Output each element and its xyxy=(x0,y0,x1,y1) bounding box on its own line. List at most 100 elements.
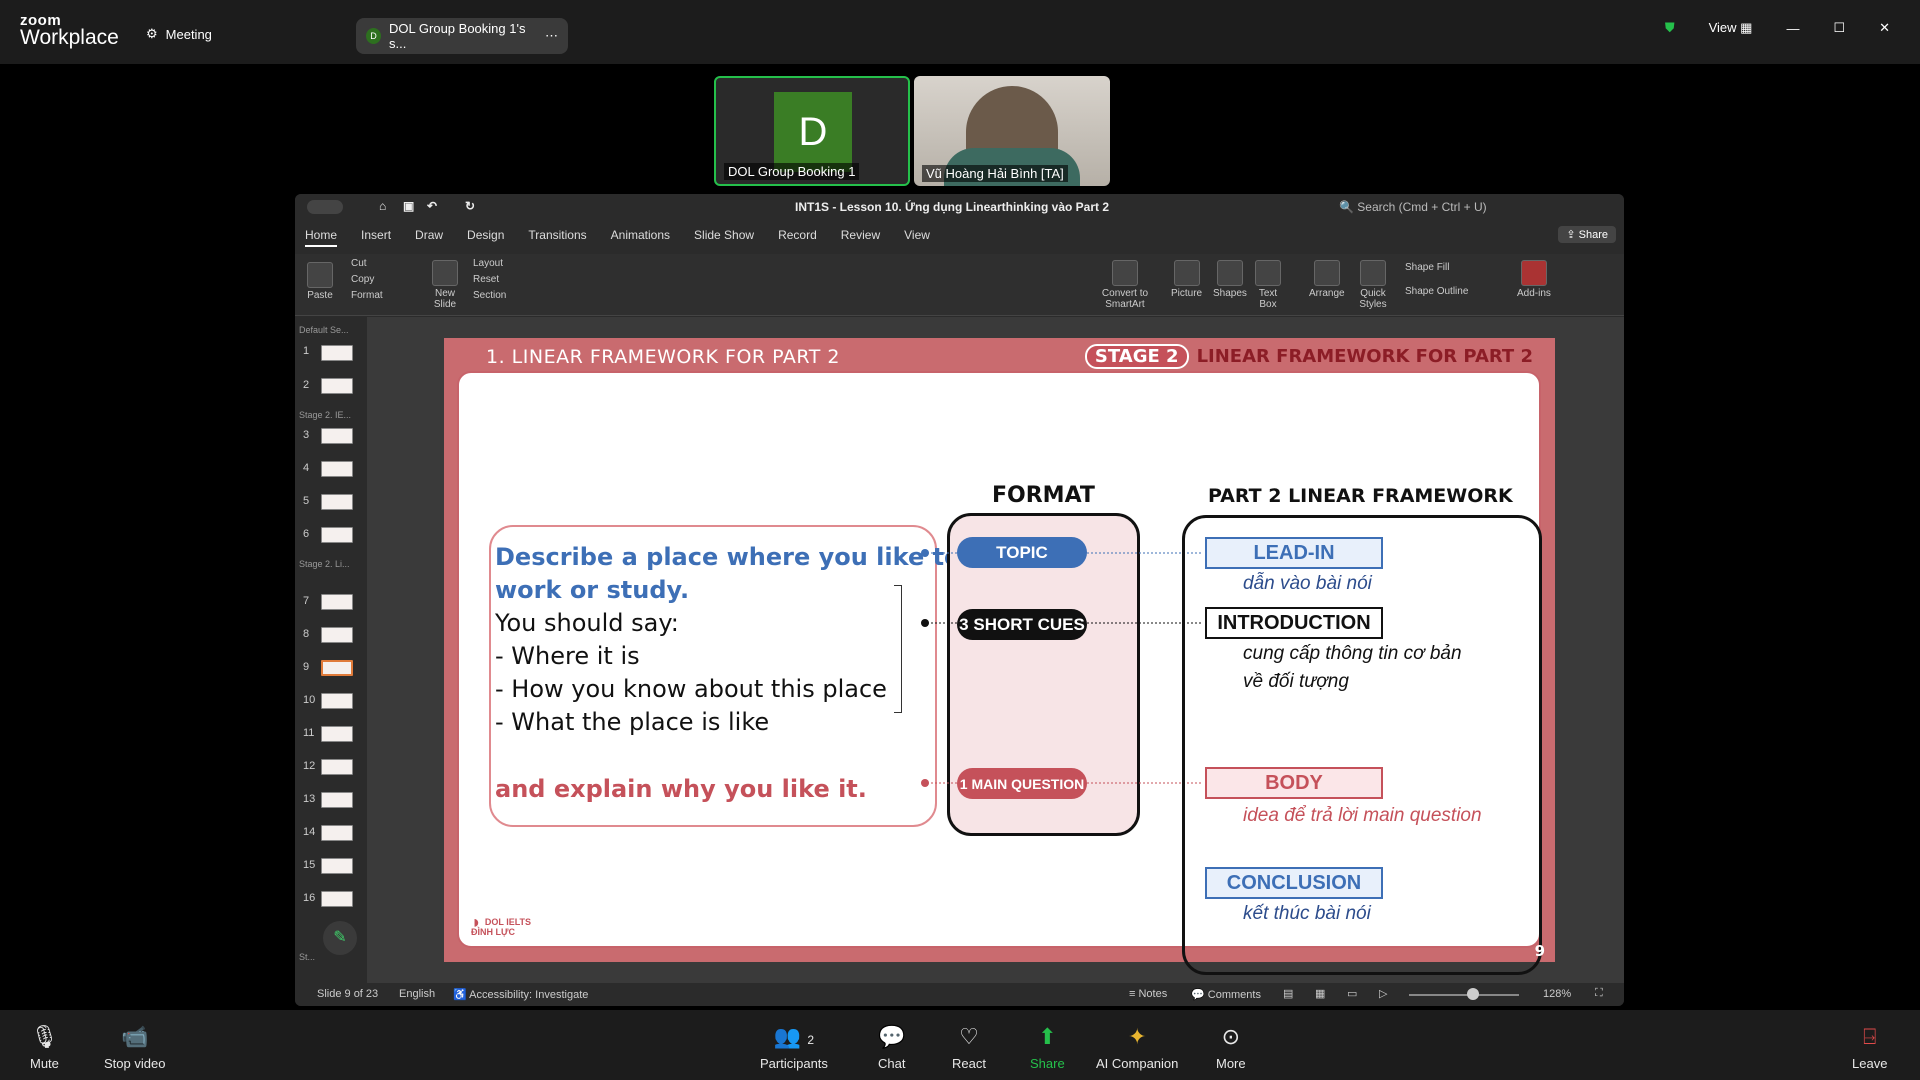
slide[interactable]: 1. LINEAR FRAMEWORK FOR PART 2 STAGE 2 L… xyxy=(444,338,1555,975)
search-input[interactable]: 🔍 Search (Cmd + Ctrl + U) xyxy=(1339,200,1487,214)
participant-tile[interactable]: Vũ Hoàng Hải Bình [TA] xyxy=(914,76,1110,186)
picture-button[interactable]: Picture xyxy=(1171,260,1202,299)
section-label[interactable]: Stage 2. Li... xyxy=(299,559,350,569)
slide-thumb[interactable] xyxy=(321,345,353,361)
reading-view-icon[interactable]: ▭ xyxy=(1347,987,1357,1000)
quick-styles-icon xyxy=(1360,260,1386,286)
cut-button[interactable]: Cut xyxy=(351,258,367,269)
share-screen-button[interactable]: ⬆ Share xyxy=(1030,1024,1065,1071)
window-traffic-lights[interactable] xyxy=(307,200,343,214)
shapes-button[interactable]: Shapes xyxy=(1213,260,1247,299)
slide-thumb[interactable] xyxy=(321,627,353,643)
minimize-icon[interactable]: — xyxy=(1786,21,1799,36)
tab-design[interactable]: Design xyxy=(467,228,504,247)
slide-thumb[interactable] xyxy=(321,594,353,610)
zoom-slider[interactable] xyxy=(1409,994,1519,996)
ai-companion-button[interactable]: ✦ AI Companion xyxy=(1096,1024,1178,1071)
tab-record[interactable]: Record xyxy=(778,228,817,247)
slideshow-view-icon[interactable]: ▷ xyxy=(1379,987,1387,1000)
text-box-button[interactable]: Text Box xyxy=(1253,260,1283,310)
tab-draw[interactable]: Draw xyxy=(415,228,443,247)
sorter-view-icon[interactable]: ▦ xyxy=(1315,987,1325,1000)
react-button[interactable]: ♡ React xyxy=(952,1024,986,1071)
participant-tile[interactable]: D DOL Group Booking 1 xyxy=(714,76,910,186)
slide-thumb[interactable] xyxy=(321,726,353,742)
quick-styles-button[interactable]: Quick Styles xyxy=(1355,260,1391,310)
status-bar: Slide 9 of 23 English ♿ Accessibility: I… xyxy=(295,983,1624,1006)
chat-button[interactable]: 💬 Chat xyxy=(878,1024,905,1071)
slide-thumb[interactable] xyxy=(321,461,353,477)
tab-review[interactable]: Review xyxy=(841,228,880,247)
slide-thumb[interactable] xyxy=(321,693,353,709)
shape-fill-button[interactable]: Shape Fill xyxy=(1405,262,1449,273)
save-icon[interactable]: ▣ xyxy=(403,199,414,213)
conclusion-label: CONCLUSION xyxy=(1205,867,1383,899)
more-icon[interactable]: ⋯ xyxy=(545,28,558,44)
slide-thumb[interactable] xyxy=(321,428,353,444)
slide-thumb[interactable] xyxy=(321,858,353,874)
share-tab-pill[interactable]: D DOL Group Booking 1's s... ⋯ xyxy=(356,18,568,54)
layout-button[interactable]: Layout xyxy=(473,258,503,269)
introduction-sub: về đối tượng xyxy=(1243,671,1349,692)
participants-button[interactable]: 👥 2 Participants xyxy=(760,1024,828,1071)
undo-icon[interactable]: ↶ xyxy=(427,199,437,213)
section-label[interactable]: St... xyxy=(299,952,315,962)
section-label[interactable]: Stage 2. IE... xyxy=(299,410,351,420)
paste-button[interactable]: Paste xyxy=(307,262,333,301)
conclusion-sub: kết thúc bài nói xyxy=(1243,903,1371,924)
tab-slide-show[interactable]: Slide Show xyxy=(694,228,754,247)
section-label[interactable]: Default Se... xyxy=(299,325,349,335)
add-ins-button[interactable]: Add-ins xyxy=(1517,260,1551,299)
normal-view-icon[interactable]: ▤ xyxy=(1283,987,1293,1000)
comments-button[interactable]: 💬 Comments xyxy=(1191,988,1261,1001)
slide-thumb[interactable] xyxy=(321,792,353,808)
slide-number: 7 xyxy=(303,595,310,607)
share-button[interactable]: ⇪ Share xyxy=(1558,226,1616,243)
new-slide-button[interactable]: New Slide xyxy=(427,260,463,310)
participants-icon: 👥 2 xyxy=(773,1024,815,1049)
slide-thumb[interactable] xyxy=(321,494,353,510)
copy-button[interactable]: Copy xyxy=(351,274,374,285)
slide-number: 11 xyxy=(303,727,315,739)
meeting-button[interactable]: ⚙ Meeting xyxy=(146,26,212,42)
view-button[interactable]: View ▦ xyxy=(1709,20,1753,36)
slide-thumb[interactable] xyxy=(321,891,353,907)
stop-video-button[interactable]: 📹 Stop video xyxy=(104,1024,165,1071)
arrange-button[interactable]: Arrange xyxy=(1309,260,1345,299)
reset-button[interactable]: Reset xyxy=(473,274,499,285)
leave-button[interactable]: ⍈ Leave xyxy=(1852,1024,1887,1071)
convert-smartart-button[interactable]: Convert to SmartArt xyxy=(1095,260,1155,310)
document-title: INT1S - Lesson 10. Ứng dụng Linearthinki… xyxy=(795,200,1110,214)
tab-animations[interactable]: Animations xyxy=(611,228,670,247)
tab-home[interactable]: Home xyxy=(305,228,338,247)
tab-view[interactable]: View xyxy=(904,228,930,247)
tab-transitions[interactable]: Transitions xyxy=(528,228,586,247)
slide-thumbnails-panel: Default Se... 1 2 Stage 2. IE... 3 4 5 6… xyxy=(295,317,367,983)
format-button[interactable]: Format xyxy=(351,290,383,301)
language-indicator[interactable]: English xyxy=(399,988,435,1000)
slide-thumb[interactable] xyxy=(321,378,353,394)
slide-thumb-selected[interactable] xyxy=(321,660,353,676)
slide-number: 10 xyxy=(303,694,316,706)
redo-icon[interactable]: ↻ xyxy=(465,199,475,213)
zoom-slider-thumb[interactable] xyxy=(1467,988,1479,1000)
shape-outline-button[interactable]: Shape Outline xyxy=(1405,286,1468,297)
zoom-level[interactable]: 128% xyxy=(1543,988,1571,1000)
slide-thumb[interactable] xyxy=(321,527,353,543)
slide-thumb[interactable] xyxy=(321,759,353,775)
fit-icon[interactable]: ⛶ xyxy=(1595,987,1603,1000)
home-icon[interactable]: ⌂ xyxy=(379,199,386,213)
more-button[interactable]: ⊙ More xyxy=(1216,1024,1246,1071)
notes-button[interactable]: ≡ Notes xyxy=(1129,988,1167,1000)
slide-thumb[interactable] xyxy=(321,825,353,841)
maximize-icon[interactable]: ☐ xyxy=(1833,20,1845,36)
tab-insert[interactable]: Insert xyxy=(361,228,391,247)
slide-number: 6 xyxy=(303,528,310,540)
section-button[interactable]: Section xyxy=(473,290,506,301)
share-tab-title: DOL Group Booking 1's s... xyxy=(389,21,526,51)
zoom-logo-workplace: Workplace xyxy=(20,26,119,49)
accessibility-indicator[interactable]: ♿ Accessibility: Investigate xyxy=(453,988,588,1001)
mute-button[interactable]: 🎙 Mute xyxy=(30,1024,59,1071)
pen-icon[interactable]: ✎ xyxy=(323,921,357,955)
close-icon[interactable]: ✕ xyxy=(1879,20,1890,36)
